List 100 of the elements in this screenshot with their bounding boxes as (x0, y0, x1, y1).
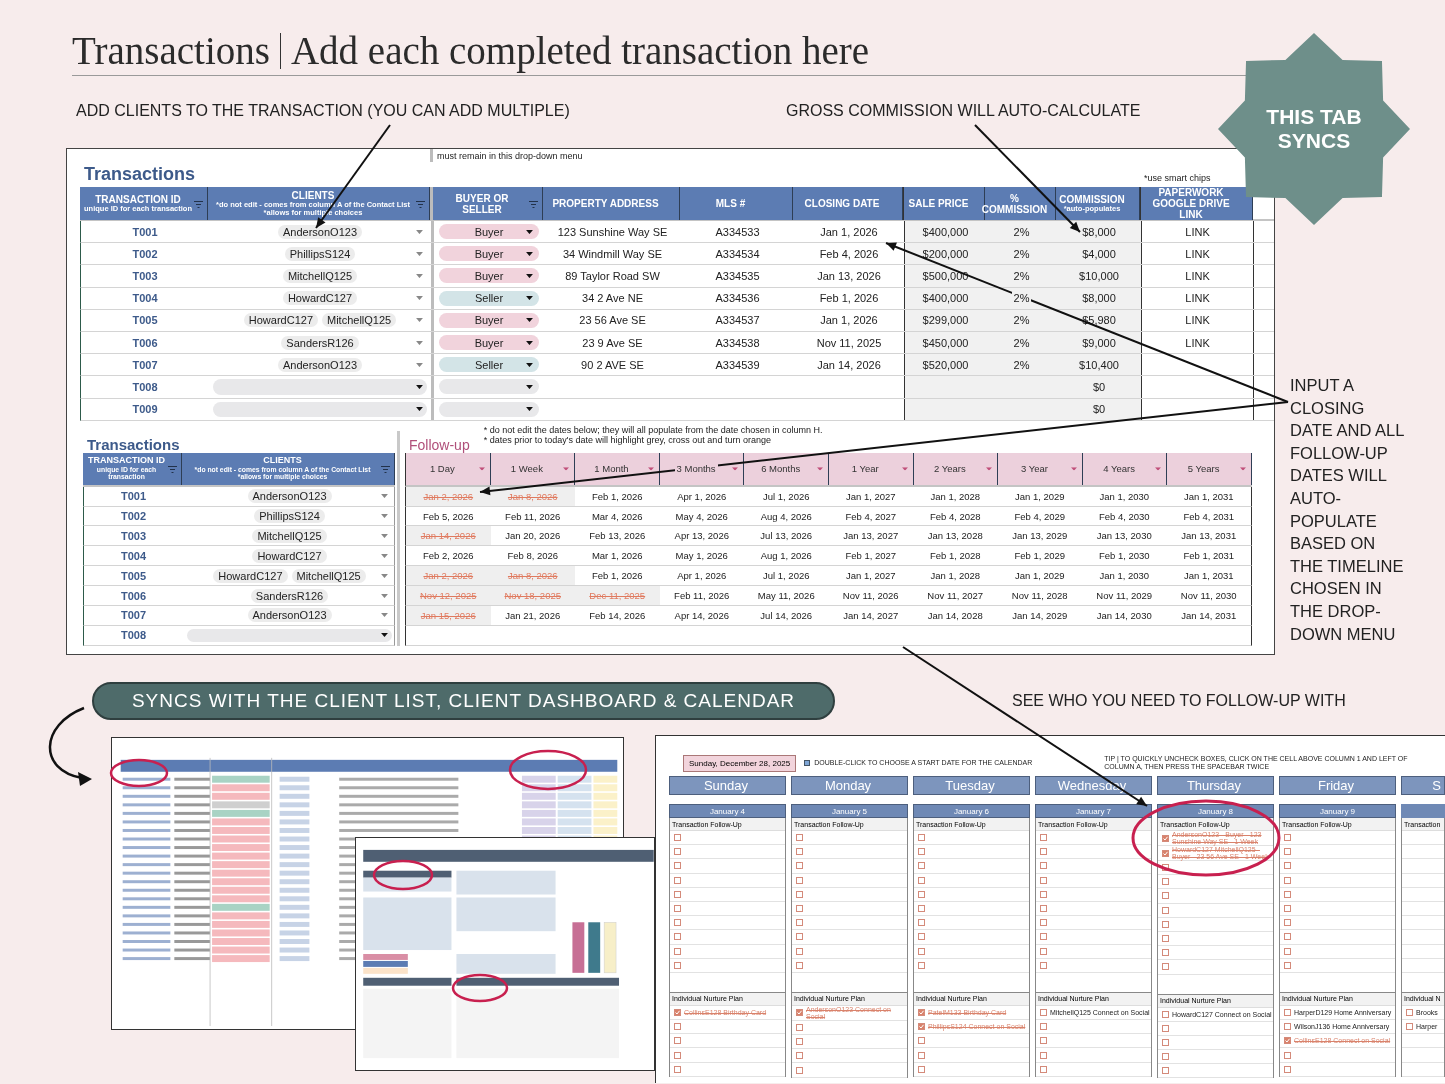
dropdown-caret-icon[interactable] (526, 407, 533, 412)
clients-cell[interactable]: AndersonO123 (209, 221, 431, 243)
drive-link[interactable]: LINK (1185, 247, 1210, 260)
transaction-id: T001 (120, 490, 147, 503)
column-header[interactable]: MLS # (680, 187, 793, 220)
dropdown-caret-icon[interactable] (526, 296, 533, 301)
table-cell: $450,000 (904, 331, 986, 354)
table-cell: Feb 4, 2026 (819, 247, 879, 260)
drive-link[interactable]: LINK (1185, 225, 1210, 238)
dropdown-caret-icon[interactable] (526, 251, 533, 256)
checkbox[interactable] (918, 1023, 925, 1031)
clients-cell[interactable]: HowardC127 (209, 287, 431, 309)
table-cell: $8,000 (1057, 221, 1141, 243)
date-cell-text: Mar 4, 2026 (590, 509, 644, 524)
checkbox[interactable] (1284, 1008, 1291, 1016)
date-cell-text: Feb 2, 2026 (421, 549, 475, 564)
role-dropdown[interactable]: Seller (439, 290, 539, 306)
checkbox[interactable] (1406, 1023, 1413, 1031)
date-cell-text: Jan 1, 2027 (844, 569, 897, 584)
clients-cell[interactable]: SandersR126 (209, 331, 431, 354)
column-header[interactable]: 5 Years (1167, 452, 1252, 485)
dropdown-caret-icon[interactable] (526, 362, 533, 367)
column-header[interactable]: 1 Day (406, 452, 491, 485)
drive-link[interactable]: LINK (1185, 336, 1210, 349)
transaction-id: T003 (132, 269, 158, 282)
checkbox[interactable] (918, 1008, 925, 1016)
date-cell-text: Feb 5, 2026 (421, 509, 475, 524)
clients-cell[interactable]: AndersonO123 (183, 606, 396, 625)
role-dropdown[interactable]: Buyer (439, 312, 539, 328)
clients-cell[interactable]: MitchellQ125 (209, 265, 431, 287)
start-date-field[interactable]: Sunday, December 28, 2025 (683, 754, 797, 772)
checkbox[interactable] (1284, 1023, 1291, 1031)
drive-link[interactable]: LINK (1185, 292, 1210, 305)
column-header[interactable]: CLOSING DATE (793, 187, 903, 220)
role-dropdown[interactable]: Buyer (439, 246, 539, 262)
date-cell: Nov 12, 2025 (406, 586, 491, 606)
client-chip: AndersonO123 (247, 608, 332, 623)
role-dropdown[interactable]: Buyer (439, 268, 539, 284)
date-cell-text: Jan 13, 2028 (926, 529, 984, 544)
date-cell-text: Jan 1, 2030 (1098, 569, 1151, 584)
clients-cell[interactable]: MitchellQ125 (183, 526, 396, 546)
clients-cell[interactable]: PhillipsS124 (183, 506, 396, 526)
column-header[interactable]: 1 Year (829, 452, 914, 485)
checkbox[interactable] (1040, 1008, 1047, 1016)
checkbox[interactable] (1162, 1010, 1169, 1018)
clients-cell[interactable]: AndersonO123 (183, 486, 396, 506)
dropdown-caret-icon[interactable] (526, 318, 533, 323)
callout-text: SEE WHO YOU NEED TO FOLLOW-UP WITH (1012, 692, 1346, 710)
role-dropdown[interactable]: Buyer (439, 224, 539, 240)
column-header[interactable]: 1 Week (490, 452, 576, 485)
checkbox[interactable] (1162, 849, 1169, 857)
role-dropdown[interactable]: Seller (439, 357, 539, 373)
column-header[interactable]: PAPERWORK GOOGLE DRIVE LINK (1140, 187, 1253, 220)
filter-icon[interactable] (529, 200, 538, 208)
table-cell: 2% (986, 265, 1057, 287)
column-header[interactable]: BUYER OR SELLER (430, 187, 543, 220)
filter-icon[interactable] (381, 465, 390, 473)
dropdown-caret-icon[interactable] (416, 384, 423, 389)
table-cell: A334533 (715, 225, 760, 238)
filter-icon[interactable] (416, 200, 425, 208)
checkbox[interactable] (674, 1008, 681, 1016)
date-cell: Jan 2, 2026 (406, 566, 491, 586)
column-header[interactable]: 6 Months (744, 452, 829, 485)
drive-link[interactable]: LINK (1185, 269, 1210, 282)
dropdown-caret-icon[interactable] (526, 273, 533, 279)
filter-icon[interactable] (194, 200, 203, 208)
column-header[interactable]: 2 Years (913, 452, 999, 485)
drive-link[interactable]: LINK (1185, 314, 1210, 327)
column-header[interactable]: 1 Month (575, 452, 660, 485)
transaction-id: T004 (120, 549, 147, 562)
date-header: January 7 (1035, 804, 1152, 818)
table-cell: $200,000 (904, 243, 986, 265)
dropdown-caret-icon[interactable] (526, 340, 533, 345)
dropdown-caret-icon[interactable] (526, 384, 533, 389)
transaction-id: T009 (132, 403, 158, 416)
checkbox[interactable] (796, 1009, 803, 1017)
column-header[interactable]: 4 Years (1082, 452, 1168, 485)
column-header[interactable]: 3 Year (998, 452, 1083, 485)
role-dropdown[interactable]: Buyer (439, 335, 539, 351)
date-cell-text: Apr 14, 2026 (673, 608, 730, 623)
clients-cell[interactable]: HowardC127 MitchellQ125 (183, 566, 396, 586)
dropdown-caret-icon[interactable] (381, 633, 388, 638)
date-cell-text: Feb 1, 2026 (590, 489, 644, 504)
clients-cell[interactable]: PhillipsS124 (209, 243, 431, 265)
checkbox[interactable] (1406, 1008, 1413, 1016)
clients-cell[interactable]: AndersonO123 (209, 354, 431, 376)
column-header[interactable]: 3 Months (659, 452, 745, 485)
dropdown-caret-icon[interactable] (416, 407, 423, 412)
table-cell: A334536 (715, 292, 760, 305)
clients-cell[interactable]: HowardC127 (183, 546, 396, 566)
clients-cell[interactable]: SandersR126 (183, 586, 396, 606)
day-header: Friday (1279, 776, 1396, 795)
table-cell: $400,000 (904, 287, 986, 309)
checkbox[interactable] (1162, 834, 1169, 842)
table-cell: $10,400 (1057, 354, 1141, 376)
clients-cell[interactable]: HowardC127 MitchellQ125 (209, 309, 431, 331)
column-header[interactable]: PROPERTY ADDRESS (543, 187, 680, 220)
checkbox[interactable] (1284, 1037, 1291, 1045)
filter-icon[interactable] (168, 465, 177, 473)
dropdown-caret-icon[interactable] (526, 229, 533, 234)
